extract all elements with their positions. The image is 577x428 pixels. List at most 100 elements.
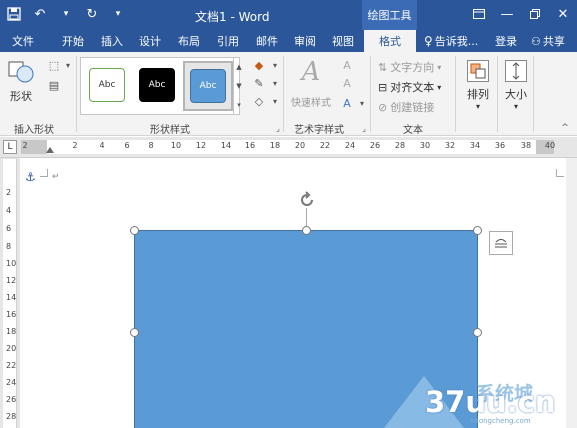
arrange-label: 排列 [467, 88, 489, 101]
person-icon: ⚇ [531, 34, 541, 48]
undo-icon[interactable]: ↶ [30, 4, 50, 24]
size-label: 大小 [505, 88, 527, 101]
arrange-icon [467, 60, 489, 82]
close-icon[interactable]: ✕ [549, 0, 577, 28]
text-direction-icon: ⇅ [378, 60, 388, 74]
ruler-number: 22 [6, 361, 17, 370]
tab-insert[interactable]: 插入 [101, 33, 123, 49]
layout-options-icon[interactable] [489, 231, 513, 255]
dropdown-arrow-icon[interactable]: ▾ [60, 58, 76, 72]
dropdown-arrow-icon: ▾ [475, 102, 480, 111]
tab-design[interactable]: 设计 [139, 33, 161, 49]
save-icon[interactable] [4, 4, 24, 24]
tell-me-placeholder: 告诉我... [434, 35, 479, 48]
paragraph-mark: ↵ [52, 172, 60, 182]
resize-handle-left[interactable] [130, 328, 139, 337]
ruler-number: 12 [6, 276, 17, 285]
text-outline-icon[interactable]: A [339, 76, 355, 90]
ruler-number: 24 [6, 378, 17, 387]
size-button[interactable]: 大小 ▾ [502, 60, 530, 111]
scroll-up-icon[interactable]: ▲ [236, 63, 241, 71]
share-button[interactable]: ⚇ 共享 [531, 33, 565, 49]
fill-dropdown-icon[interactable]: ▾ [267, 58, 283, 72]
redo-icon[interactable]: ▾ [56, 4, 76, 24]
text-fill-icon[interactable]: A [339, 58, 355, 72]
ruler-number: 18 [6, 327, 17, 336]
gallery-more-icon[interactable]: ▾ [237, 101, 241, 109]
shape-effects-icon[interactable]: ◇ [251, 94, 267, 108]
shape-style-black[interactable]: Abc [139, 68, 175, 102]
ruler-number: 10 [170, 141, 182, 150]
align-text-button[interactable]: ⊟ 对齐文本 ▾ [378, 79, 441, 95]
text-effects-dropdown-icon[interactable]: ▾ [354, 96, 370, 110]
quick-access-toolbar: ↶ ▾ ↻ ▾ [4, 4, 128, 24]
shapes-button[interactable]: 形状 [6, 58, 36, 104]
resize-handle-right[interactable] [473, 328, 482, 337]
dropdown-arrow-icon: ▾ [437, 62, 442, 72]
group-separator [497, 56, 498, 132]
create-link-button[interactable]: ⊘ 创建链接 [378, 99, 434, 115]
ruler-number: 6 [124, 141, 130, 150]
group-separator [76, 56, 77, 132]
shape-style-selected[interactable]: Abc [183, 61, 233, 111]
ribbon-display-icon[interactable] [465, 0, 493, 28]
resize-handle-top-left[interactable] [130, 226, 139, 235]
rotation-connector [306, 208, 307, 228]
vertical-scrollbar[interactable] [566, 158, 577, 428]
tab-view[interactable]: 视图 [332, 33, 354, 49]
ruler-number: 2 [22, 141, 28, 150]
resize-handle-top-right[interactable] [473, 226, 482, 235]
shape-fill-icon[interactable]: ◆ [251, 58, 267, 72]
ruler-number: 40 [544, 141, 556, 150]
text-direction-button[interactable]: ⇅ 文字方向 ▾ [378, 59, 441, 75]
vertical-ruler[interactable]: 2 4 6 8 10 12 14 16 18 20 22 24 26 28 [3, 159, 17, 428]
outline-dropdown-icon[interactable]: ▾ [267, 76, 283, 90]
ruler-number: 4 [6, 206, 12, 215]
redo-icon[interactable]: ↻ [82, 4, 102, 24]
tab-format[interactable]: 格式 [364, 30, 416, 52]
arrange-button[interactable]: 排列 ▾ [463, 60, 493, 111]
link-icon: ⊘ [378, 100, 388, 114]
effects-dropdown-icon[interactable]: ▾ [267, 94, 283, 108]
tab-layout[interactable]: 布局 [178, 33, 200, 49]
size-icon [505, 60, 527, 82]
anchor-icon[interactable]: ⚓ [25, 170, 36, 184]
ruler-number: 34 [469, 141, 481, 150]
ruler-number: 36 [494, 141, 506, 150]
horizontal-ruler[interactable]: 2 2 4 6 8 10 12 14 16 18 20 22 24 26 28 … [21, 140, 556, 154]
ruler-number: 2 [6, 188, 12, 197]
text-direction-label: 文字方向 [390, 61, 435, 74]
ruler-number: 22 [319, 141, 331, 150]
restore-icon[interactable] [521, 0, 549, 28]
rotate-handle-icon[interactable] [297, 190, 317, 210]
sign-in-link[interactable]: 登录 [495, 33, 517, 49]
resize-handle-top[interactable] [302, 226, 311, 235]
quick-styles-button[interactable]: A 快速样式 [289, 56, 333, 109]
tab-file[interactable]: 文件 [12, 33, 34, 49]
ruler-number: 6 [6, 224, 12, 233]
tab-review[interactable]: 审阅 [294, 33, 316, 49]
tab-references[interactable]: 引用 [217, 33, 239, 49]
customize-qat-icon[interactable]: ▾ [108, 4, 128, 24]
watermark-site: xitongcheng.com [470, 417, 531, 425]
tab-selector[interactable]: L [3, 140, 17, 154]
tab-mailings[interactable]: 邮件 [256, 33, 278, 49]
insert-shapes-group-label: 插入形状 [14, 125, 54, 136]
tell-me-box[interactable]: ♀ 告诉我... [424, 33, 478, 49]
horizontal-ruler-area: L 2 2 4 6 8 10 12 14 16 18 20 22 24 26 2… [0, 137, 577, 158]
ribbon: 形状 ⬚ ▤ ▾ 插入形状 Abc Abc Abc ▲ ▼ ▾ ◆ ✎ ◇ ▾ … [0, 52, 577, 136]
indent-marker[interactable] [46, 147, 54, 153]
shape-style-blue: Abc [190, 69, 226, 103]
create-link-label: 创建链接 [390, 101, 435, 114]
text-effects-icon[interactable]: A [339, 96, 355, 110]
scroll-down-icon[interactable]: ▼ [236, 82, 241, 90]
ruler-number: 28 [6, 412, 17, 421]
tab-home[interactable]: 开始 [62, 33, 84, 49]
ruler-number: 30 [419, 141, 431, 150]
dropdown-arrow-icon: ▾ [513, 102, 518, 111]
minimize-icon[interactable]: — [493, 0, 521, 28]
shape-outline-icon[interactable]: ✎ [251, 76, 267, 90]
text-box-icon[interactable]: ▤ [46, 78, 62, 92]
shape-style-outline[interactable]: Abc [89, 68, 125, 102]
collapse-ribbon-icon[interactable]: ^ [557, 121, 573, 135]
